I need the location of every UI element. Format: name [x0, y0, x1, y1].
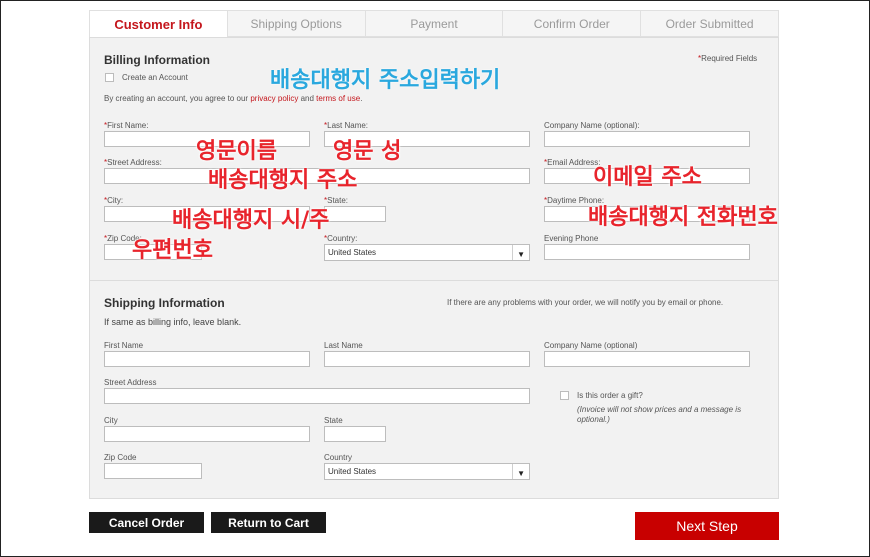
shipping-first-name-input[interactable]: [104, 351, 310, 367]
gift-label: Is this order a gift?: [577, 391, 643, 400]
tab-shipping-options[interactable]: Shipping Options: [227, 10, 366, 37]
same-as-billing-note: If same as billing info, leave blank.: [104, 317, 242, 327]
tab-order-submitted[interactable]: Order Submitted: [641, 10, 779, 37]
shipping-company-input[interactable]: [544, 351, 750, 367]
ship-city-label: City: [104, 416, 118, 425]
billing-evening-phone-input[interactable]: [544, 244, 750, 260]
first-name-label: *First Name:: [104, 121, 149, 130]
notify-note: If there are any problems with your orde…: [447, 298, 724, 307]
annotation-eng-first: 영문이름: [196, 139, 277, 164]
state-label: *State:: [324, 196, 349, 205]
create-account-checkbox[interactable]: [105, 73, 114, 82]
tab-customer-info[interactable]: Customer Info: [89, 10, 228, 37]
billing-state-input[interactable]: [324, 206, 386, 222]
daytime-phone-label: *Daytime Phone:: [544, 196, 605, 205]
agree-text: By creating an account, you agree to our…: [104, 94, 363, 103]
gift-checkbox[interactable]: [560, 391, 569, 400]
street-label: *Street Address:: [104, 158, 162, 167]
billing-title: Billing Information: [104, 53, 210, 67]
country-label: *Country:: [324, 234, 358, 243]
return-to-cart-button[interactable]: Return to Cart: [211, 512, 326, 533]
shipping-last-name-input[interactable]: [324, 351, 530, 367]
email-label: *Email Address:: [544, 158, 601, 167]
shipping-country-value: United States: [328, 467, 377, 476]
ship-company-label: Company Name (optional): [544, 341, 638, 350]
shipping-country-select[interactable]: United States ▼: [324, 463, 530, 480]
ship-street-label: Street Address: [104, 378, 157, 387]
ship-last-name-label: Last Name: [324, 341, 363, 350]
annotation-ship-address: 배송대행지 주소: [208, 168, 358, 193]
shipping-zip-input[interactable]: [104, 463, 202, 479]
chevron-down-icon: ▼: [517, 469, 525, 478]
tab-confirm-order[interactable]: Confirm Order: [503, 10, 642, 37]
shipping-title: Shipping Information: [104, 296, 225, 310]
company-label: Company Name (optional):: [544, 121, 640, 130]
city-label: *City:: [104, 196, 124, 205]
ship-zip-label: Zip Code: [104, 453, 137, 462]
section-divider: [90, 280, 778, 281]
select-divider: [512, 245, 513, 260]
billing-country-value: United States: [328, 248, 377, 257]
evening-phone-label: Evening Phone: [544, 234, 599, 243]
checkout-steps: Customer Info Shipping Options Payment C…: [89, 10, 779, 37]
required-fields-note: *Required Fields: [698, 54, 758, 63]
chevron-down-icon: ▼: [517, 250, 525, 259]
cancel-order-button[interactable]: Cancel Order: [89, 512, 204, 533]
ship-country-label: Country: [324, 453, 353, 462]
shipping-city-input[interactable]: [104, 426, 310, 442]
shipping-state-input[interactable]: [324, 426, 386, 442]
tab-payment[interactable]: Payment: [365, 10, 504, 37]
shipping-street-input[interactable]: [104, 388, 530, 404]
annotation-zip: 우편번호: [132, 238, 213, 263]
next-step-button[interactable]: Next Step: [635, 512, 779, 540]
ship-first-name-label: First Name: [104, 341, 144, 350]
billing-company-input[interactable]: [544, 131, 750, 147]
last-name-label: *Last Name:: [324, 121, 369, 130]
gift-note: (Invoice will not show prices and a mess…: [577, 405, 742, 424]
create-account-label: Create an Account: [122, 73, 188, 82]
billing-country-select[interactable]: United States ▼: [324, 244, 530, 261]
annotation-eng-last: 영문 성: [333, 139, 402, 164]
terms-of-use-link[interactable]: terms of use: [316, 94, 360, 103]
annotation-ship-address-input: 배송대행지 주소입력하기: [270, 68, 501, 93]
select-divider: [512, 464, 513, 479]
annotation-email: 이메일 주소: [593, 165, 702, 190]
annotation-ship-city-state: 배송대행지 시/주: [172, 208, 330, 233]
ship-state-label: State: [324, 416, 343, 425]
privacy-policy-link[interactable]: privacy policy: [250, 94, 298, 103]
annotation-ship-phone: 배송대행지 전화번호: [588, 205, 778, 230]
